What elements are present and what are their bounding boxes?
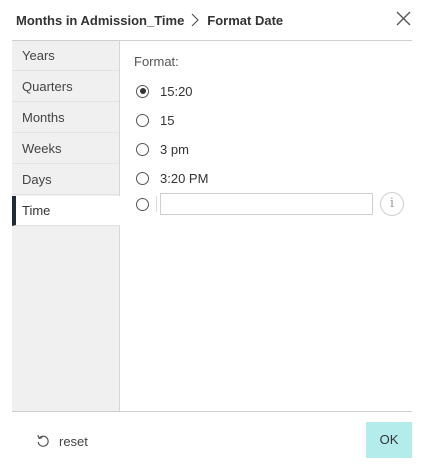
sidebar-item-weeks[interactable]: Weeks bbox=[12, 134, 119, 164]
format-option-label: 3:20 PM bbox=[160, 170, 209, 186]
sidebar-item-days[interactable]: Days bbox=[12, 165, 119, 195]
input-divider bbox=[156, 196, 157, 212]
format-label: Format: bbox=[134, 54, 179, 69]
format-panel: Format: 15:20 15 3 pm 3:20 PM i bbox=[120, 41, 412, 411]
sidebar-item-months[interactable]: Months bbox=[12, 103, 119, 133]
format-option-15[interactable]: 15 bbox=[136, 111, 174, 129]
content-area: Years Quarters Months Weeks Days Time Fo… bbox=[12, 41, 412, 412]
radio-button[interactable] bbox=[136, 171, 149, 185]
radio-button[interactable] bbox=[136, 84, 149, 98]
format-option-15-20[interactable]: 15:20 bbox=[136, 82, 193, 100]
page-title: Format Date bbox=[207, 12, 284, 28]
sidebar-item-time[interactable]: Time bbox=[12, 196, 120, 226]
format-option-3pm[interactable]: 3 pm bbox=[136, 140, 189, 158]
format-option-3-20pm[interactable]: 3:20 PM bbox=[136, 169, 208, 187]
reset-button[interactable]: reset bbox=[36, 431, 88, 451]
radio-button[interactable] bbox=[136, 197, 149, 211]
ok-button[interactable]: OK bbox=[366, 422, 412, 458]
undo-icon bbox=[37, 434, 49, 447]
sidebar-item-years[interactable]: Years bbox=[12, 41, 119, 71]
breadcrumb: Months in Admission_Time Format Date bbox=[16, 10, 283, 30]
close-icon[interactable] bbox=[396, 11, 411, 26]
format-option-label: 3 pm bbox=[160, 141, 189, 157]
chevron-right-icon bbox=[191, 13, 200, 27]
format-option-custom[interactable] bbox=[136, 195, 149, 213]
sidebar-item-quarters[interactable]: Quarters bbox=[12, 72, 119, 102]
custom-format-input[interactable] bbox=[160, 193, 373, 215]
breadcrumb-parent: Months in Admission_Time bbox=[16, 12, 185, 28]
radio-button[interactable] bbox=[136, 113, 149, 127]
reset-label: reset bbox=[59, 433, 88, 449]
sidebar: Years Quarters Months Weeks Days Time bbox=[12, 41, 120, 411]
radio-button[interactable] bbox=[136, 142, 149, 156]
format-option-label: 15:20 bbox=[160, 83, 193, 99]
format-option-label: 15 bbox=[160, 112, 175, 128]
format-date-dialog: Months in Admission_Time Format Date Yea… bbox=[0, 0, 423, 467]
info-icon[interactable]: i bbox=[380, 192, 404, 216]
